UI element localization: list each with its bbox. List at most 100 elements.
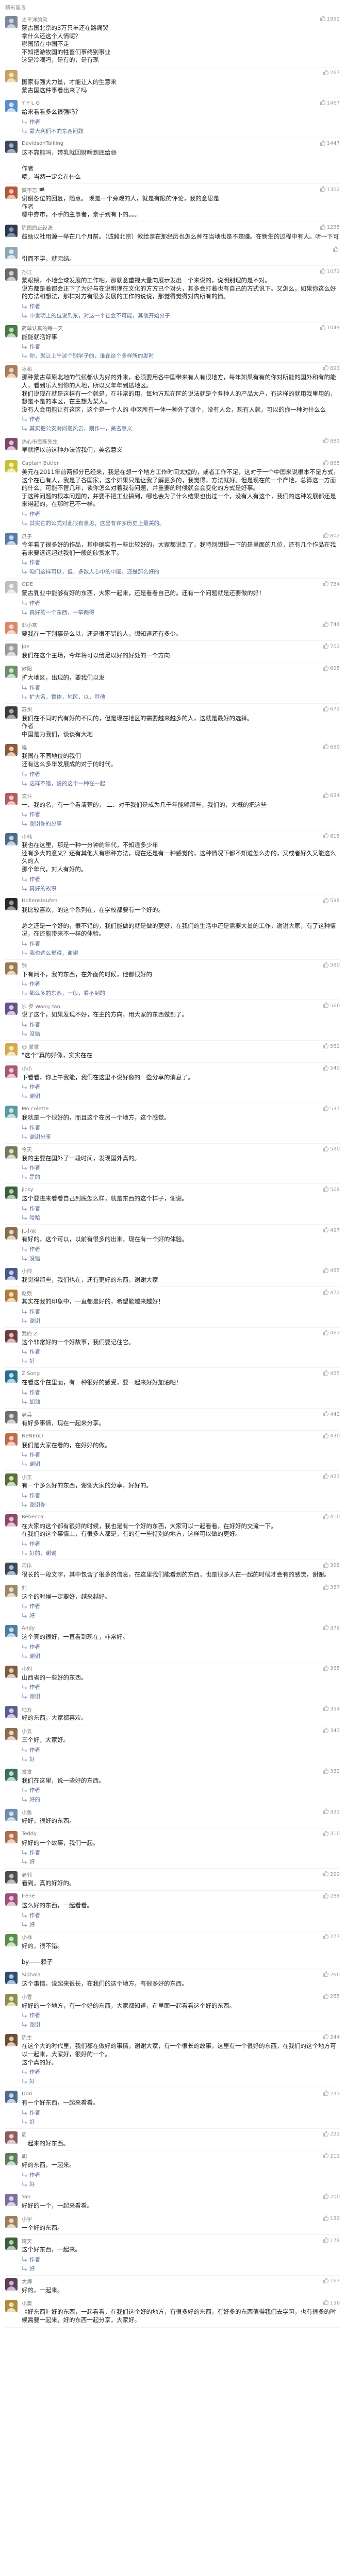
like-button[interactable]: 520 bbox=[323, 1146, 340, 1153]
commenter-name[interactable]: 小小 bbox=[22, 1064, 32, 1072]
avatar[interactable] bbox=[5, 665, 18, 678]
avatar[interactable] bbox=[5, 2194, 18, 2207]
like-button[interactable]: 1992 bbox=[320, 15, 340, 23]
commenter-name[interactable]: Sidhala bbox=[22, 1972, 41, 1978]
like-button[interactable]: 880 bbox=[323, 437, 340, 445]
commenter-name[interactable]: 大海 bbox=[22, 2277, 32, 2285]
like-button[interactable]: 376 bbox=[323, 1624, 340, 1632]
commenter-name[interactable]: Rebecca bbox=[22, 1514, 43, 1520]
like-button[interactable]: 321 bbox=[323, 1808, 340, 1816]
commenter-name[interactable]: 欧阳 bbox=[22, 665, 32, 672]
commenter-name[interactable]: Joe bbox=[22, 644, 29, 650]
like-button[interactable]: 288 bbox=[323, 1893, 340, 1900]
commenter-name[interactable]: 老郭 bbox=[22, 1871, 32, 1878]
avatar[interactable] bbox=[5, 1003, 18, 1015]
like-button[interactable]: 650 bbox=[323, 743, 340, 751]
like-button[interactable]: 222 bbox=[323, 2131, 340, 2138]
like-button[interactable]: 672 bbox=[323, 705, 340, 713]
commenter-name[interactable]: Irene bbox=[22, 1893, 35, 1899]
commenter-name[interactable]: 苏州 bbox=[22, 705, 32, 713]
like-button[interactable]: 508 bbox=[323, 1186, 340, 1193]
like-button[interactable]: 580 bbox=[323, 962, 340, 969]
like-button[interactable]: 802 bbox=[323, 532, 340, 539]
commenter-name[interactable]: 钟 bbox=[22, 961, 27, 969]
like-button[interactable]: 354 bbox=[323, 1705, 340, 1713]
like-button[interactable]: 1072 bbox=[320, 268, 340, 275]
like-button[interactable]: 497 bbox=[323, 1227, 340, 1234]
like-button[interactable]: 893 bbox=[323, 365, 340, 372]
avatar[interactable] bbox=[5, 1809, 18, 1822]
commenter-name[interactable]: Y Y L G bbox=[22, 100, 40, 106]
commenter-name[interactable]: 小黄 bbox=[22, 2299, 32, 2307]
like-button[interactable]: 1447 bbox=[320, 140, 340, 147]
avatar[interactable] bbox=[5, 1665, 18, 1678]
like-button[interactable]: 233 bbox=[323, 2090, 340, 2097]
commenter-name[interactable]: 今天 bbox=[22, 1145, 32, 1153]
avatar[interactable] bbox=[5, 643, 18, 656]
like-button[interactable]: 178 bbox=[323, 2237, 340, 2244]
commenter-name[interactable]: 文斗 bbox=[22, 792, 32, 800]
avatar[interactable] bbox=[5, 1584, 18, 1597]
avatar[interactable] bbox=[5, 897, 18, 910]
commenter-name[interactable]: Hollenstaufen bbox=[22, 898, 57, 904]
commenter-name[interactable]: 我的 Z bbox=[22, 1329, 37, 1337]
like-button[interactable]: 1285 bbox=[320, 224, 340, 231]
like-button[interactable]: 566 bbox=[323, 1002, 340, 1009]
like-button[interactable]: 398 bbox=[323, 1562, 340, 1569]
avatar[interactable] bbox=[5, 1514, 18, 1527]
avatar[interactable] bbox=[5, 1768, 18, 1781]
commenter-name[interactable]: 程序 bbox=[22, 1562, 32, 1569]
avatar[interactable] bbox=[5, 744, 18, 757]
commenter-name[interactable]: 地方 bbox=[22, 1705, 32, 1713]
avatar[interactable] bbox=[5, 1473, 18, 1486]
avatar[interactable] bbox=[5, 2278, 18, 2291]
commenter-name[interactable]: Z.Song bbox=[22, 1371, 40, 1377]
like-button[interactable]: 784 bbox=[323, 581, 340, 588]
avatar[interactable] bbox=[5, 70, 18, 82]
like-button[interactable]: 463 bbox=[323, 1330, 340, 1337]
commenter-name[interactable]: 沙 罗 Wang Yan bbox=[22, 1002, 60, 1010]
commenter-name[interactable]: 陈生 bbox=[22, 2033, 32, 2041]
commenter-name[interactable]: 小宇 bbox=[22, 2215, 32, 2223]
like-button[interactable]: 455 bbox=[323, 1370, 340, 1377]
avatar[interactable] bbox=[5, 1871, 18, 1884]
avatar[interactable] bbox=[5, 140, 18, 153]
avatar[interactable] bbox=[5, 792, 18, 805]
avatar[interactable] bbox=[5, 1993, 18, 2006]
commenter-name[interactable]: 明 bbox=[22, 2153, 27, 2160]
like-button[interactable]: 702 bbox=[323, 643, 340, 650]
avatar[interactable] bbox=[5, 1227, 18, 1240]
avatar[interactable] bbox=[5, 268, 18, 281]
like-button[interactable]: 540 bbox=[323, 1064, 340, 1072]
commenter-name[interactable]: 刘 bbox=[22, 1584, 27, 1591]
like-button[interactable]: 267 bbox=[323, 70, 340, 77]
avatar[interactable] bbox=[5, 2153, 18, 2166]
avatar[interactable] bbox=[5, 833, 18, 846]
avatar[interactable] bbox=[5, 460, 18, 473]
avatar[interactable] bbox=[5, 2238, 18, 2250]
avatar[interactable] bbox=[5, 246, 18, 259]
avatar[interactable] bbox=[5, 1831, 18, 1843]
commenter-name[interactable]: 简单认真的每一天 bbox=[22, 324, 63, 332]
avatar[interactable] bbox=[5, 2034, 18, 2047]
like-button[interactable]: 634 bbox=[323, 792, 340, 800]
commenter-name[interactable]: jicky bbox=[22, 1187, 33, 1193]
like-button[interactable]: 410 bbox=[323, 1514, 340, 1521]
commenter-name[interactable]: 小五 bbox=[22, 1727, 32, 1735]
like-button[interactable]: 442 bbox=[323, 1411, 340, 1418]
avatar[interactable] bbox=[5, 1625, 18, 1638]
avatar[interactable] bbox=[5, 1187, 18, 1199]
commenter-name[interactable]: 瓜子 bbox=[22, 532, 32, 540]
like-button[interactable]: 200 bbox=[323, 2193, 340, 2200]
like-button[interactable]: 156 bbox=[323, 2299, 340, 2307]
like-button[interactable]: 332 bbox=[323, 1768, 340, 1775]
avatar[interactable] bbox=[5, 706, 18, 719]
commenter-name[interactable]: ODE bbox=[22, 582, 33, 587]
like-button[interactable]: 485 bbox=[323, 1267, 340, 1275]
like-button[interactable]: 865 bbox=[323, 460, 340, 467]
like-button[interactable]: 1467 bbox=[320, 99, 340, 107]
avatar[interactable] bbox=[5, 438, 18, 451]
like-button[interactable]: 1302 bbox=[320, 186, 340, 193]
like-button[interactable]: 387 bbox=[323, 1584, 340, 1591]
avatar[interactable] bbox=[5, 2300, 18, 2313]
